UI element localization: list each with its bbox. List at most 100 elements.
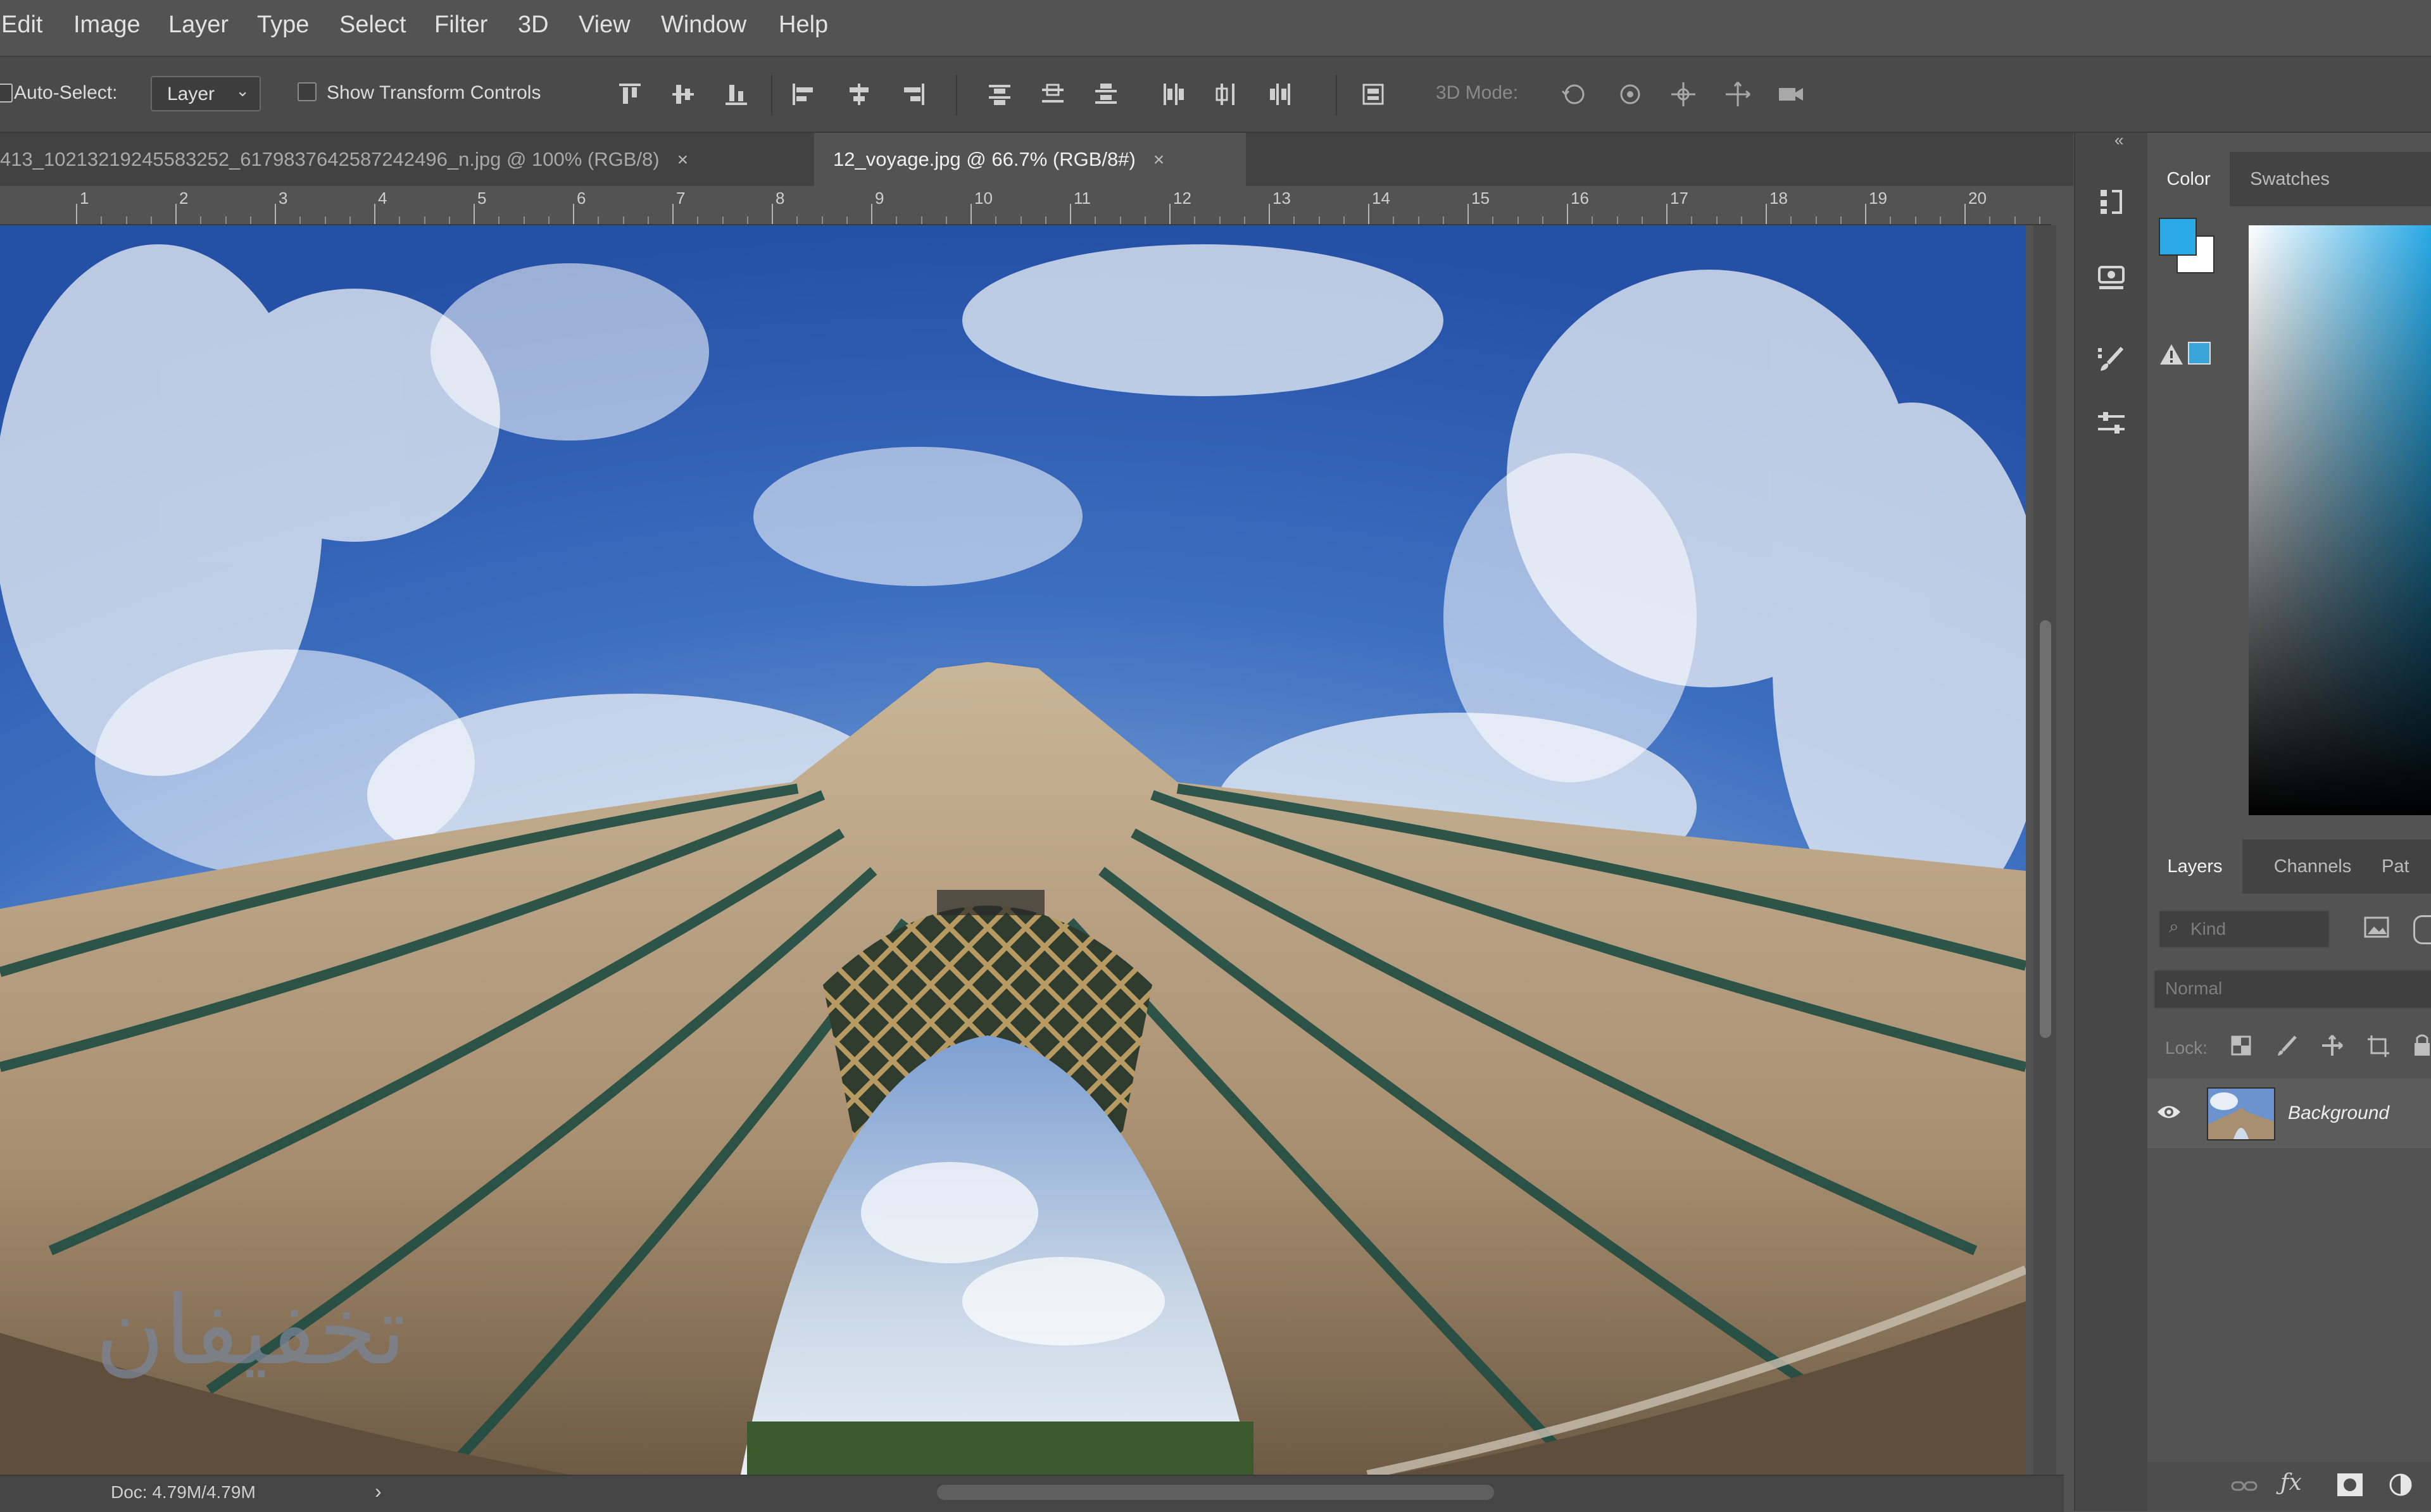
distribute-vertical-centers-icon[interactable] bbox=[1038, 80, 1067, 109]
color-picker-field[interactable] bbox=[2249, 225, 2431, 815]
tab-document-1[interactable]: 413_10213219245583252_617983764258724249… bbox=[0, 133, 814, 186]
menu-edit[interactable]: Edit bbox=[1, 11, 42, 39]
orbit-3d-icon[interactable] bbox=[1560, 80, 1589, 109]
align-left-edges-icon[interactable] bbox=[789, 80, 818, 109]
ruler-minor-tick bbox=[697, 216, 699, 224]
new-adjustment-layer-icon[interactable] bbox=[2388, 1472, 2413, 1497]
ruler-tick-label: 2 bbox=[179, 189, 189, 208]
warning-icon[interactable] bbox=[2159, 342, 2184, 367]
ruler-minor-tick bbox=[945, 216, 947, 224]
adjustment-filter-icon[interactable] bbox=[2413, 915, 2431, 944]
menu-filter[interactable]: Filter bbox=[434, 11, 487, 39]
lock-label: Lock: bbox=[2165, 1038, 2208, 1058]
layer-filter-search[interactable]: ⌕ Kind bbox=[2159, 910, 2330, 948]
search-icon: ⌕ bbox=[2169, 916, 2179, 936]
lock-position-icon[interactable] bbox=[2320, 1033, 2345, 1058]
lock-artboard-icon[interactable] bbox=[2365, 1033, 2390, 1058]
image-filter-icon[interactable] bbox=[2363, 915, 2390, 940]
close-icon[interactable]: × bbox=[677, 149, 689, 170]
menu-image[interactable]: Image bbox=[73, 11, 141, 39]
video-camera-3d-icon[interactable] bbox=[1776, 80, 1806, 109]
gamut-color-swatch[interactable] bbox=[2188, 342, 2211, 365]
ruler-tick-label: 18 bbox=[1769, 189, 1788, 208]
ruler-tick bbox=[1567, 204, 1568, 224]
ruler-minor-tick bbox=[1790, 216, 1792, 224]
auto-select-checkbox[interactable] bbox=[0, 84, 13, 103]
ruler-tick-label: 17 bbox=[1670, 189, 1688, 208]
ruler-tick-label: 5 bbox=[477, 189, 487, 208]
menu-help[interactable]: Help bbox=[779, 11, 828, 39]
ruler-minor-tick bbox=[1095, 216, 1096, 224]
distribute-top-icon[interactable] bbox=[985, 80, 1014, 109]
blend-mode-dropdown[interactable]: Normal bbox=[2154, 970, 2431, 1009]
distribute-right-icon[interactable] bbox=[1266, 80, 1295, 109]
eye-icon[interactable] bbox=[2156, 1103, 2182, 1122]
layer-row-background[interactable]: Background bbox=[2147, 1078, 2431, 1148]
adjustments-panel-icon[interactable] bbox=[2093, 405, 2130, 442]
ruler-tick-label: 14 bbox=[1372, 189, 1390, 208]
ruler-minor-tick bbox=[125, 216, 127, 224]
menu-3d[interactable]: 3D bbox=[518, 11, 549, 39]
link-layers-icon[interactable] bbox=[2230, 1473, 2259, 1499]
ruler-minor-tick bbox=[548, 216, 550, 224]
slide-3d-icon[interactable] bbox=[1723, 80, 1752, 109]
ruler-minor-tick bbox=[1542, 216, 1543, 224]
brush-panel-icon[interactable] bbox=[2093, 342, 2130, 378]
vertical-scroll-thumb[interactable] bbox=[2040, 620, 2051, 1038]
menu-select[interactable]: Select bbox=[339, 11, 406, 39]
lock-image-pixels-icon[interactable] bbox=[2274, 1033, 2299, 1058]
tab-swatches[interactable]: Swatches bbox=[2242, 152, 2337, 206]
menu-window[interactable]: Window bbox=[661, 11, 746, 39]
menu-view[interactable]: View bbox=[579, 11, 631, 39]
ruler-tick bbox=[175, 204, 177, 224]
horizontal-scroll-thumb[interactable] bbox=[937, 1485, 1494, 1500]
distribute-horizontal-centers-icon[interactable] bbox=[1212, 80, 1241, 109]
collapse-panels-icon[interactable]: « bbox=[2114, 130, 2123, 150]
ruler-minor-tick bbox=[1144, 216, 1146, 224]
auto-align-layers-icon[interactable] bbox=[1359, 80, 1388, 109]
ruler-minor-tick bbox=[1989, 216, 1991, 224]
ruler-minor-tick bbox=[1914, 216, 1916, 224]
roll-3d-icon[interactable] bbox=[1616, 80, 1645, 109]
align-top-edges-icon[interactable] bbox=[615, 80, 644, 109]
foreground-color-swatch[interactable] bbox=[2159, 218, 2197, 256]
ruler-minor-tick bbox=[1716, 216, 1718, 224]
tab-channels[interactable]: Channels bbox=[2259, 839, 2366, 894]
ruler-tick-label: 12 bbox=[1173, 189, 1191, 208]
image-canvas[interactable]: تخفیفان bbox=[0, 225, 2026, 1475]
tab-color[interactable]: Color bbox=[2147, 152, 2230, 206]
ruler-tick bbox=[374, 204, 375, 224]
ruler-tick bbox=[474, 204, 475, 224]
history-panel-icon[interactable] bbox=[2093, 184, 2130, 220]
add-mask-icon[interactable] bbox=[2336, 1472, 2364, 1497]
ruler-minor-tick bbox=[200, 216, 202, 224]
ruler-tick bbox=[573, 204, 574, 224]
ruler-tick-label: 10 bbox=[974, 189, 993, 208]
distribute-left-icon[interactable] bbox=[1159, 80, 1188, 109]
lock-transparent-pixels-icon[interactable] bbox=[2228, 1033, 2254, 1058]
align-bottom-edges-icon[interactable] bbox=[722, 80, 751, 109]
menu-type[interactable]: Type bbox=[257, 11, 309, 39]
tab-document-2[interactable]: 12_voyage.jpg @ 66.7% (RGB/8#) × bbox=[814, 133, 1246, 186]
tab-layers[interactable]: Layers bbox=[2147, 839, 2242, 894]
distribute-bottom-icon[interactable] bbox=[1091, 80, 1121, 109]
align-vertical-centers-icon[interactable] bbox=[669, 80, 698, 109]
lock-all-icon[interactable] bbox=[2411, 1033, 2431, 1058]
layer-style-fx-icon[interactable]: ƒx bbox=[2280, 1470, 2309, 1499]
properties-panel-icon[interactable] bbox=[2093, 259, 2130, 296]
ruler-minor-tick bbox=[424, 216, 425, 224]
status-menu-arrow[interactable]: › bbox=[375, 1480, 382, 1503]
auto-select-dropdown[interactable]: Layer ⌄ bbox=[151, 76, 261, 111]
align-horizontal-centers-icon[interactable] bbox=[845, 80, 874, 109]
close-icon[interactable]: × bbox=[1153, 149, 1165, 170]
tab-paths[interactable]: Pat bbox=[2382, 839, 2431, 894]
ruler-minor-tick bbox=[1393, 216, 1395, 224]
ruler-minor-tick bbox=[498, 216, 500, 224]
align-right-edges-icon[interactable] bbox=[899, 80, 928, 109]
menu-layer[interactable]: Layer bbox=[168, 11, 229, 39]
ruler-tick-label: 16 bbox=[1571, 189, 1589, 208]
ruler-tick bbox=[1865, 204, 1866, 224]
show-transform-checkbox[interactable] bbox=[298, 82, 317, 101]
drag-3d-icon[interactable] bbox=[1669, 80, 1698, 109]
ruler-tick bbox=[76, 204, 77, 224]
